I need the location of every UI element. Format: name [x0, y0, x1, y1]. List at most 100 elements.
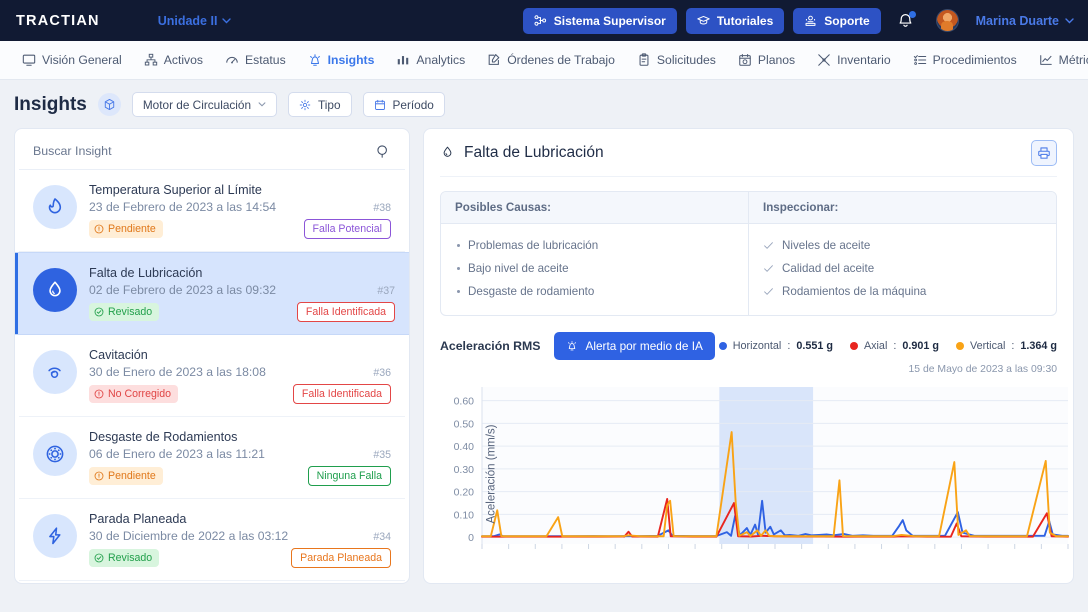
chart-header: Aceleración RMS Alerta por medio de IA H… [440, 332, 1057, 360]
y-axis-tick-label: 0.60 [454, 396, 475, 408]
inspect-column: Inspeccionar: Niveles de aceite Calidad … [748, 192, 1056, 315]
gauge-icon [225, 53, 239, 67]
page-container: Insights Motor de Circulación Tipo Perío… [0, 80, 1088, 584]
causes-list: Problemas de lubricación Bajo nivel de a… [441, 224, 748, 315]
nav-item-insights[interactable]: Insights [308, 53, 375, 67]
inspect-list: Niveles de aceite Calidad del aceite Rod… [749, 224, 1056, 315]
legend-item-horizontal: Horizontal: 0.551 g [719, 340, 833, 352]
legend-series-name: Vertical [970, 340, 1005, 352]
nav-item-metricas[interactable]: Métricas [1039, 53, 1088, 67]
search-icon[interactable] [376, 144, 391, 159]
insight-type-icon-wrap [33, 514, 77, 558]
cause-label: Bajo nivel de aceite [468, 262, 569, 275]
status-badge-label: Pendiente [108, 223, 156, 235]
soporte-button[interactable]: Soporte [793, 8, 880, 34]
bearing-icon [44, 443, 66, 465]
causes-inspect-table: Posibles Causas: Problemas de lubricació… [440, 191, 1057, 316]
asset-filter-label: Motor de Circulación [143, 98, 251, 112]
insight-title: Parada Planeada [89, 512, 391, 526]
nav-item-activos[interactable]: Activos [144, 53, 203, 67]
print-button[interactable] [1031, 140, 1057, 166]
tutoriales-button[interactable]: Tutoriales [686, 8, 784, 34]
insight-status-row: No Corregido Falla Identificada [89, 384, 391, 404]
legend-series-name: Axial [864, 340, 887, 352]
check-icon [763, 286, 774, 297]
nav-item-analytics[interactable]: Analytics [396, 53, 465, 67]
status-badge-label: No Corregido [108, 388, 171, 400]
soporte-label: Soporte [824, 14, 869, 28]
nav-label: Planos [758, 53, 795, 67]
status-badge-label: Revisado [108, 306, 152, 318]
insight-date: 30 de Enero de 2023 a las 18:08 [89, 365, 266, 379]
chart-legend: Horizontal: 0.551 g Axial: 0.901 g Verti… [719, 340, 1057, 352]
nav-item-solicitudes[interactable]: Solicitudes [637, 53, 716, 67]
alert-circle-icon [94, 224, 104, 234]
y-axis-tick-label: 0.40 [454, 441, 475, 453]
check-circle-icon [94, 553, 104, 563]
nav-item-ordenes-de-trabajo[interactable]: Órdenes de Trabajo [487, 53, 615, 67]
chart-container[interactable]: Aceleración (mm/s) 00.100.200.300.400.50… [440, 381, 1057, 566]
status-badge-label: Pendiente [108, 470, 156, 482]
period-filter-button[interactable]: Período [363, 92, 445, 117]
list-item: Calidad del aceite [763, 257, 1042, 280]
y-axis-tick-label: 0.10 [454, 509, 475, 521]
nav-item-procedimientos[interactable]: Procedimientos [913, 53, 1017, 67]
cavitation-icon [44, 361, 66, 383]
nav-label: Solicitudes [657, 53, 716, 67]
nav-item-estatus[interactable]: Estatus [225, 53, 286, 67]
acceleration-rms-chart[interactable]: 00.100.200.300.400.500.60 [440, 381, 1072, 566]
unit-selector[interactable]: Unidade II [158, 14, 232, 28]
inspect-label: Niveles de aceite [782, 239, 870, 252]
fault-tag: Falla Identificada [297, 302, 395, 322]
list-item[interactable]: Desgaste de Rodamientos 06 de Enero de 2… [19, 417, 405, 499]
legend-item-axial: Axial: 0.901 g [850, 340, 939, 352]
list-item[interactable]: Parada Planeada 30 de Diciembre de 2022 … [19, 499, 405, 581]
insight-status-row: Revisado Parada Planeada [89, 548, 391, 568]
type-filter-button[interactable]: Tipo [288, 92, 352, 117]
chart-timestamp: 15 de Mayo de 2023 a las 09:30 [440, 364, 1057, 375]
gear-icon [299, 99, 311, 111]
insight-type-icon-wrap [33, 432, 77, 476]
insight-id: #35 [365, 449, 391, 461]
cause-label: Desgaste de rodamiento [468, 285, 594, 298]
main-nav: Visión General Activos Estatus Insights … [0, 41, 1088, 80]
nav-label: Analytics [416, 53, 465, 67]
nav-item-inventario[interactable]: Inventario [817, 53, 891, 67]
tools-icon [817, 53, 831, 67]
calendar-clock-icon [738, 53, 752, 67]
alert-bell-icon [566, 340, 578, 352]
user-menu[interactable]: Marina Duarte [976, 14, 1074, 28]
bullet-icon [457, 244, 460, 247]
avatar[interactable] [936, 9, 959, 32]
tutoriales-label: Tutoriales [717, 14, 773, 28]
nav-item-planos[interactable]: Planos [738, 53, 795, 67]
asset-filter-dropdown[interactable]: Motor de Circulación [132, 92, 277, 117]
list-item[interactable]: Desbalanceo 18 de Deciembre de 2022 a la… [19, 581, 405, 584]
insight-type-icon-wrap [33, 268, 77, 312]
status-badge: Revisado [89, 303, 159, 321]
sistema-supervisor-button[interactable]: Sistema Supervisor [523, 8, 677, 34]
legend-series-value: 0.901 g [902, 340, 939, 352]
legend-dot [850, 342, 858, 350]
list-item: Rodamientos de la máquina [763, 280, 1042, 303]
list-item[interactable]: Cavitación 30 de Enero de 2023 a las 18:… [19, 335, 405, 417]
ai-alert-button[interactable]: Alerta por medio de IA [554, 332, 714, 360]
list-item[interactable]: Falta de Lubricación 02 de Febrero de 20… [15, 252, 409, 335]
nav-item-vision-general[interactable]: Visión General [22, 53, 122, 67]
monitor-icon [22, 53, 36, 67]
detail-header: Falta de Lubricación [440, 129, 1057, 177]
inspect-header: Inspeccionar: [749, 192, 1056, 224]
cube-badge[interactable] [98, 93, 121, 116]
graduation-cap-icon [697, 14, 710, 27]
notifications-button[interactable] [896, 11, 915, 30]
nav-label: Activos [164, 53, 203, 67]
nav-label: Insights [328, 53, 375, 67]
nav-label: Estatus [245, 53, 286, 67]
insight-id: #36 [365, 367, 391, 379]
period-filter-label: Período [393, 98, 434, 112]
list-item[interactable]: Temperatura Superior al Límite 23 de Feb… [19, 170, 405, 252]
printer-icon [1037, 146, 1051, 160]
check-circle-icon [94, 307, 104, 317]
insight-meta-row: 30 de Diciembre de 2022 a las 03:12 #34 [89, 529, 391, 543]
search-input[interactable] [33, 144, 376, 158]
